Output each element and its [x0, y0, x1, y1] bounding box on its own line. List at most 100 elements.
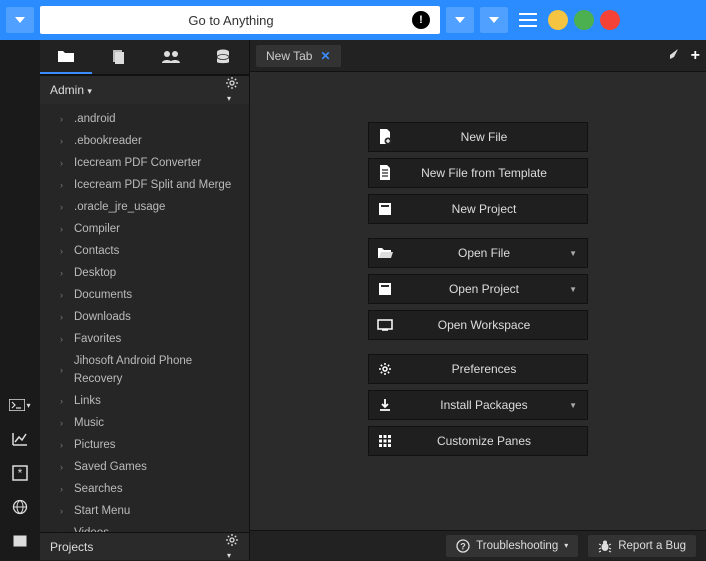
- folder-name: Videos: [74, 524, 109, 532]
- expand-icon: ›: [60, 132, 68, 150]
- folder-open-icon: [369, 247, 401, 259]
- expand-icon: ›: [60, 220, 68, 238]
- tree-folder[interactable]: ›Start Menu: [40, 500, 249, 522]
- expand-icon: ›: [60, 458, 68, 476]
- troubleshooting-button[interactable]: ? Troubleshooting ▾: [446, 535, 578, 557]
- welcome-group: Preferences Install Packages▼ Customize Pa…: [368, 354, 588, 456]
- project-open-icon: [369, 282, 401, 296]
- welcome-button-open-workspace[interactable]: Open Workspace: [368, 310, 588, 340]
- chevron-down-icon[interactable]: ▼: [569, 401, 577, 410]
- sidebar-header[interactable]: Admin ▾ ▾: [40, 76, 249, 104]
- welcome-button-preferences[interactable]: Preferences: [368, 354, 588, 384]
- alert-icon[interactable]: !: [412, 11, 430, 29]
- gear-icon[interactable]: ▾: [225, 533, 239, 561]
- button-label: Open Project: [401, 282, 587, 296]
- expand-icon: ›: [60, 436, 68, 454]
- topbar-dropdown-2[interactable]: [480, 7, 508, 33]
- svg-text:?: ?: [460, 541, 466, 551]
- sidebar-tab-clipboard[interactable]: [92, 40, 144, 74]
- sidebar-footer[interactable]: Projects ▾: [40, 532, 249, 560]
- tab-actions: +: [667, 47, 700, 65]
- welcome-button-open-project[interactable]: Open Project▼: [368, 274, 588, 304]
- maximize-icon[interactable]: [574, 10, 594, 30]
- expand-icon: ›: [60, 502, 68, 520]
- sidebar-tab-files[interactable]: [40, 40, 92, 74]
- topbar: Go to Anything !: [0, 0, 706, 40]
- expand-icon: ›: [60, 524, 68, 532]
- button-label: New File: [401, 130, 587, 144]
- chevron-down-icon: ▾: [87, 86, 92, 96]
- expand-icon: ›: [60, 392, 68, 410]
- tree-folder[interactable]: ›Music: [40, 412, 249, 434]
- tree-folder[interactable]: ›Downloads: [40, 306, 249, 328]
- folder-name: Icecream PDF Split and Merge: [74, 176, 231, 194]
- welcome-group: New File New File from Template New Projec…: [368, 122, 588, 224]
- welcome-button-new-project[interactable]: New Project: [368, 194, 588, 224]
- notification-icon[interactable]: [667, 47, 681, 65]
- tree-folder[interactable]: ›Compiler: [40, 218, 249, 240]
- welcome-button-customize-panes[interactable]: Customize Panes: [368, 426, 588, 456]
- file-new-icon: [369, 129, 401, 145]
- tree-folder[interactable]: › Videos: [40, 522, 249, 532]
- welcome-button-install-packages[interactable]: Install Packages▼: [368, 390, 588, 420]
- close-icon[interactable]: [600, 10, 620, 30]
- rail-asterisk-icon[interactable]: *: [7, 462, 33, 484]
- go-to-anything-search[interactable]: Go to Anything !: [40, 6, 440, 34]
- sidebar-tab-db[interactable]: [197, 40, 249, 74]
- folder-name: .android: [74, 110, 116, 128]
- tree-folder[interactable]: › Pictures: [40, 434, 249, 456]
- rail-console-icon[interactable]: ▾: [7, 394, 33, 416]
- chevron-down-icon[interactable]: ▼: [569, 249, 577, 258]
- chevron-down-icon[interactable]: ▼: [569, 285, 577, 294]
- tree-folder[interactable]: ›.android: [40, 108, 249, 130]
- menu-icon[interactable]: [514, 7, 542, 33]
- button-label: Open File: [401, 246, 587, 260]
- button-label: Preferences: [401, 362, 587, 376]
- tree-folder[interactable]: ›Icecream PDF Split and Merge: [40, 174, 249, 196]
- sidebar-tab-collab[interactable]: [145, 40, 197, 74]
- tree-folder[interactable]: ›Icecream PDF Converter: [40, 152, 249, 174]
- folder-name: Pictures: [74, 436, 116, 454]
- chevron-down-icon: ▾: [564, 541, 568, 550]
- folder-name: Searches: [74, 480, 123, 498]
- folder-name: Icecream PDF Converter: [74, 154, 201, 172]
- gear-icon[interactable]: ▾: [225, 76, 239, 104]
- welcome-button-open-file[interactable]: Open File▼: [368, 238, 588, 268]
- sidebar-footer-label: Projects: [50, 540, 93, 554]
- history-back-dropdown[interactable]: [6, 7, 34, 33]
- folder-name: Links: [74, 392, 101, 410]
- tree-folder[interactable]: ›Documents: [40, 284, 249, 306]
- topbar-dropdown-1[interactable]: [446, 7, 474, 33]
- welcome-button-new-file-from-template[interactable]: New File from Template: [368, 158, 588, 188]
- tree-folder[interactable]: › Links: [40, 390, 249, 412]
- tab-close-icon[interactable]: ✕: [320, 49, 330, 63]
- tree-folder[interactable]: › Saved Games: [40, 456, 249, 478]
- expand-icon: ›: [60, 264, 68, 282]
- welcome-button-new-file[interactable]: New File: [368, 122, 588, 152]
- button-label: Customize Panes: [401, 434, 587, 448]
- report-bug-button[interactable]: Report a Bug: [588, 535, 696, 557]
- tree-folder[interactable]: ›Contacts: [40, 240, 249, 262]
- tree-folder[interactable]: › Favorites: [40, 328, 249, 350]
- folder-name: Saved Games: [74, 458, 147, 476]
- folder-name: Favorites: [74, 330, 121, 348]
- rail-globe-icon[interactable]: [7, 496, 33, 518]
- sidebar: Admin ▾ ▾ ›.android›.ebookreader›Icecrea…: [40, 40, 250, 560]
- folder-name: Desktop: [74, 264, 116, 282]
- tree-folder[interactable]: ›Searches: [40, 478, 249, 500]
- tree-folder[interactable]: ›.ebookreader: [40, 130, 249, 152]
- rail-chart-icon[interactable]: [7, 428, 33, 450]
- report-bug-label: Report a Bug: [618, 540, 686, 552]
- tab-new[interactable]: New Tab ✕: [256, 45, 341, 67]
- tree-folder[interactable]: ›.oracle_jre_usage: [40, 196, 249, 218]
- add-tab-icon[interactable]: +: [691, 47, 700, 65]
- sidebar-tabs: [40, 40, 249, 76]
- folder-name: Documents: [74, 286, 132, 304]
- tree-folder[interactable]: › Desktop: [40, 262, 249, 284]
- expand-icon: ›: [60, 330, 68, 348]
- expand-icon: ›: [60, 414, 68, 432]
- tree-folder[interactable]: ›Jihosoft Android Phone Recovery: [40, 350, 249, 390]
- svg-text:*: *: [18, 466, 23, 480]
- minimize-icon[interactable]: [548, 10, 568, 30]
- rail-book-icon[interactable]: [7, 530, 33, 552]
